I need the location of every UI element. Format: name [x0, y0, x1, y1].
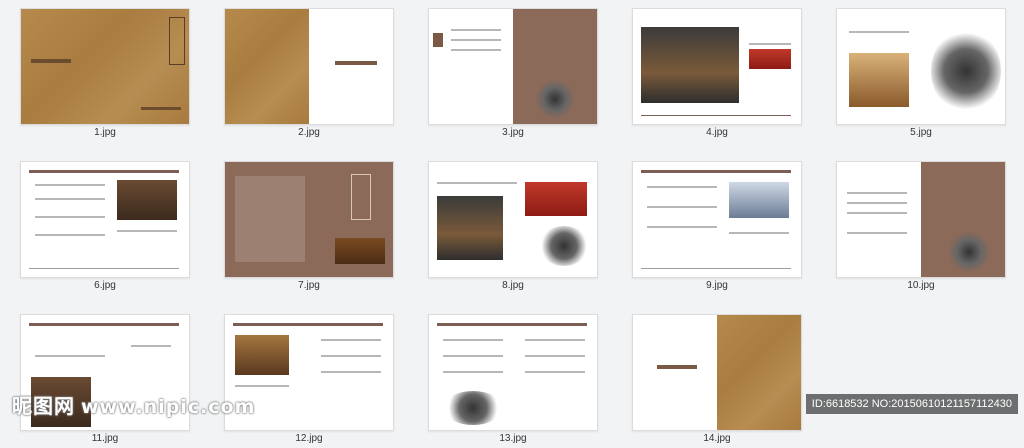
thumbnail-image[interactable] [428, 314, 598, 431]
logo-mark [31, 59, 71, 63]
thumbnail-image[interactable] [20, 161, 190, 278]
thumbnail-label[interactable]: 4.jpg [632, 127, 802, 138]
ink-painting [539, 226, 589, 266]
back-cover-panel [717, 315, 801, 430]
meeting-photo [729, 182, 789, 218]
thumbnail-item[interactable]: 5.jpg [836, 2, 1006, 142]
thumbnail-image[interactable] [632, 161, 802, 278]
ink-painting [931, 29, 1001, 113]
watermark-url: www.nipic.com [81, 396, 256, 418]
banner-photo [749, 49, 791, 69]
thumbnail-label[interactable]: 13.jpg [428, 433, 598, 444]
thumbnail-label[interactable]: 8.jpg [428, 280, 598, 291]
image-id-bar: ID:6618532 NO:20150610121157112430 [805, 394, 1018, 414]
site-watermark: 昵图网 www.nipic.com [12, 390, 255, 419]
thumbnail-image[interactable] [20, 8, 190, 125]
contents-tag [433, 33, 443, 47]
hall-photo [235, 335, 289, 375]
thumbnail-label[interactable]: 14.jpg [632, 433, 802, 444]
cover-panel [225, 9, 309, 124]
thumbnail-item[interactable]: 4.jpg [632, 2, 802, 142]
thumbnail-item[interactable]: 10.jpg [836, 155, 1006, 295]
thumbnail-item[interactable]: 2.jpg [224, 2, 394, 142]
thumbnail-image[interactable] [836, 8, 1006, 125]
thumbnail-image[interactable] [224, 161, 394, 278]
thumbnail-item[interactable]: 3.jpg [428, 2, 598, 142]
logo-mark [657, 365, 697, 369]
thumbnail-image[interactable] [224, 8, 394, 125]
thumbnail-label[interactable]: 9.jpg [632, 280, 802, 291]
library-photo [437, 196, 503, 260]
thumbnail-label[interactable]: 3.jpg [428, 127, 598, 138]
ink-painting [535, 79, 575, 119]
banner-photo [525, 182, 587, 216]
thumbnail-image[interactable] [632, 314, 802, 431]
ink-painting [947, 232, 991, 272]
thumbnail-item[interactable]: 13.jpg [428, 308, 598, 448]
title-box [169, 17, 185, 65]
thumbnail-item[interactable]: 6.jpg [20, 155, 190, 295]
meeting-room-photo [849, 53, 909, 107]
watermark-brand: 昵图网 [12, 394, 75, 418]
thumbnail-label[interactable]: 12.jpg [224, 433, 394, 444]
thumbnail-item[interactable]: 7.jpg [224, 155, 394, 295]
room-photo [117, 180, 177, 220]
instrument-photo [335, 238, 385, 264]
thumbnail-item[interactable]: 1.jpg [20, 2, 190, 142]
thumbnail-item[interactable]: 12.jpg [224, 308, 394, 448]
thumbnail-item[interactable]: 11.jpg [20, 308, 190, 448]
thumbnail-label[interactable]: 10.jpg [836, 280, 1006, 291]
thumbnail-label[interactable]: 7.jpg [224, 280, 394, 291]
thumbnail-image[interactable] [428, 161, 598, 278]
thumbnail-grid: 1.jpg 2.jpg 3.jpg 4.jpg 5.jpg 6.jpg 7.jp… [0, 0, 1024, 444]
thumbnail-image[interactable] [428, 8, 598, 125]
thumbnail-label[interactable]: 6.jpg [20, 280, 190, 291]
thumbnail-label[interactable]: 11.jpg [20, 433, 190, 444]
thumbnail-image[interactable] [632, 8, 802, 125]
logo-mark [141, 107, 181, 110]
thumbnail-image[interactable] [836, 161, 1006, 278]
sketch-image [443, 391, 503, 425]
thumbnail-item[interactable]: 8.jpg [428, 155, 598, 295]
conference-photo [641, 27, 739, 103]
thumbnail-label[interactable]: 2.jpg [224, 127, 394, 138]
logo-mark [335, 61, 377, 65]
thumbnail-label[interactable]: 5.jpg [836, 127, 1006, 138]
schedule-panel [235, 176, 305, 262]
thumbnail-item[interactable]: 9.jpg [632, 155, 802, 295]
thumbnail-item[interactable]: 14.jpg [632, 308, 802, 448]
thumbnail-label[interactable]: 1.jpg [20, 127, 190, 138]
